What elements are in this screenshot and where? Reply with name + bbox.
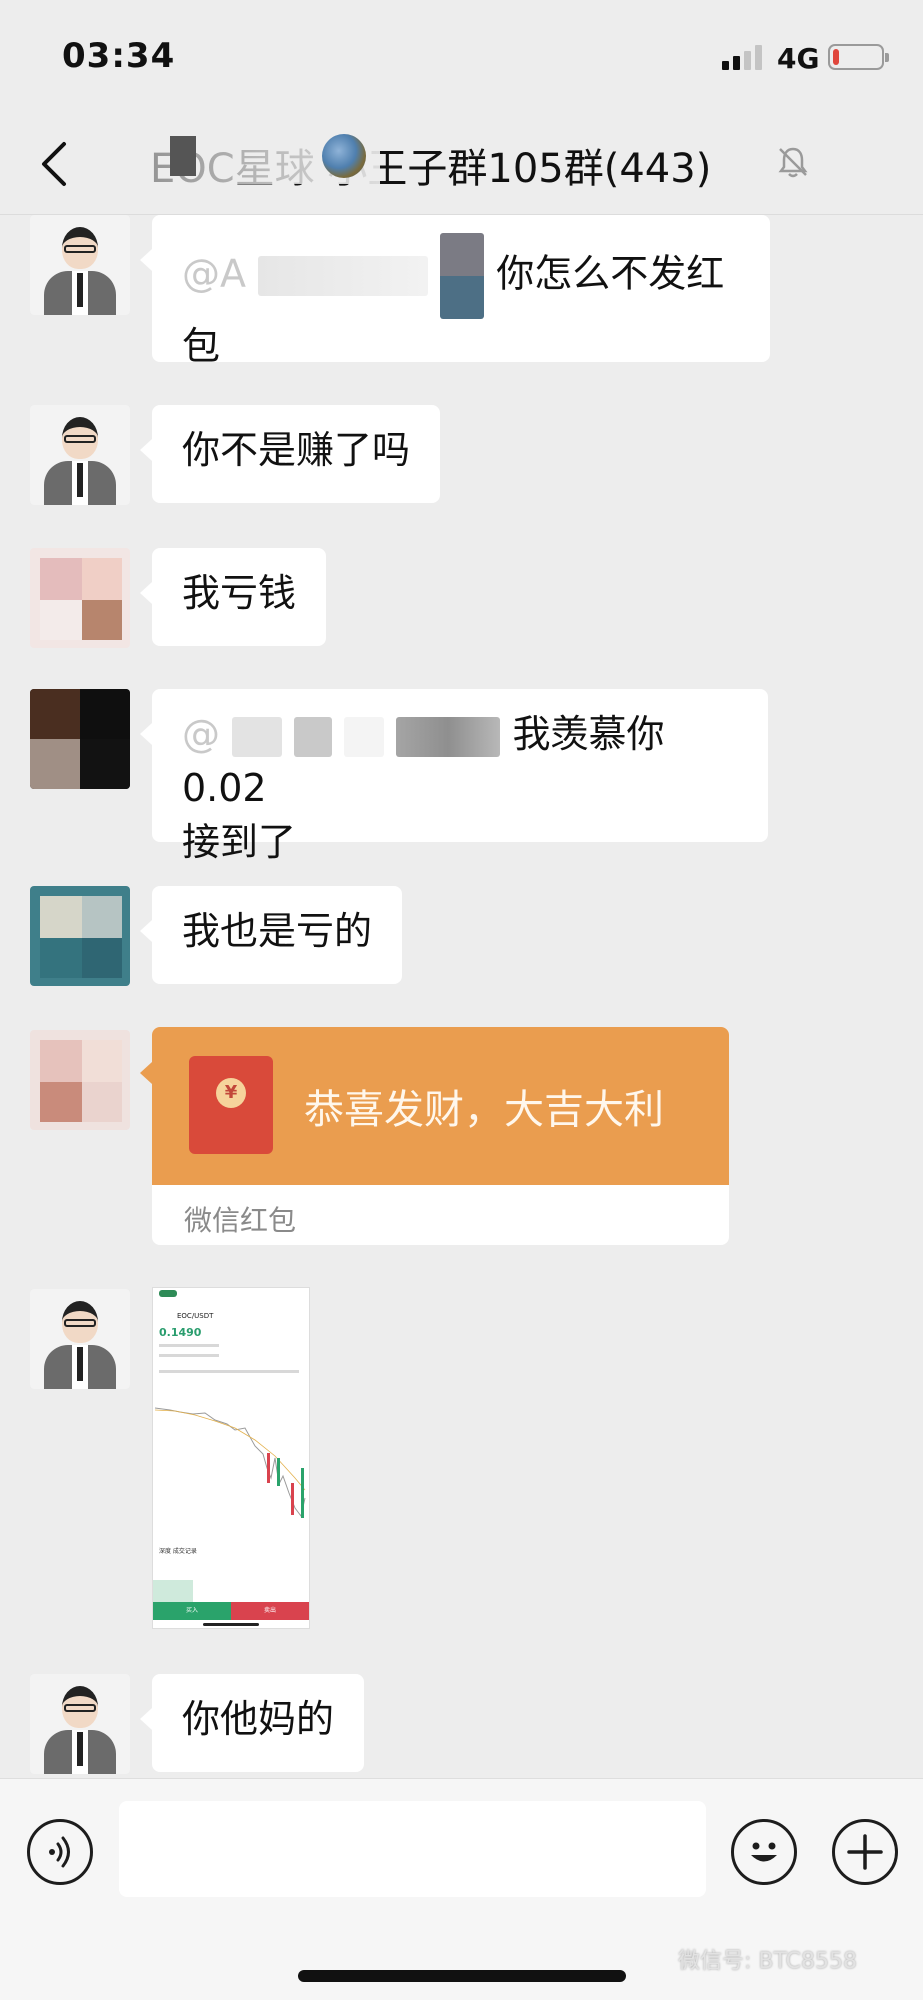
back-icon — [42, 142, 66, 186]
status-time: 03:34 — [62, 36, 176, 76]
avatar[interactable] — [30, 886, 130, 986]
voice-button[interactable] — [27, 1819, 93, 1885]
mention-text: @ — [182, 712, 220, 756]
message-text: 你不是赚了吗 — [182, 428, 411, 472]
mention-redaction-block — [294, 716, 333, 757]
message-text: 我也是亏的 — [182, 909, 373, 953]
avatar[interactable] — [30, 1289, 130, 1389]
yuan-coin-icon: ¥ — [216, 1078, 246, 1108]
avatar[interactable] — [30, 1030, 130, 1130]
red-packet-banner: ¥ 恭喜发财，大吉大利 — [152, 1027, 729, 1185]
mention-redaction — [258, 256, 429, 296]
message-text-continued: 接到了 — [182, 820, 297, 864]
watermark: 微信号: BTC8558 — [678, 1949, 857, 1974]
red-packet-card[interactable]: ¥ 恭喜发财，大吉大利 微信红包 — [152, 1027, 729, 1245]
avatar[interactable] — [30, 405, 130, 505]
avatar[interactable] — [30, 215, 130, 315]
plus-icon — [847, 1834, 883, 1870]
message-bubble[interactable]: 我亏钱 — [139, 548, 327, 646]
message-bubble[interactable]: 你不是赚了吗 — [139, 405, 441, 503]
message-text: 你他妈的 — [182, 1697, 335, 1741]
message-bubble[interactable]: @ 我羡慕你0.02 接到了 — [140, 689, 768, 864]
bubble-tail — [140, 1062, 152, 1084]
signal-icon — [722, 44, 766, 70]
message-bubble[interactable]: 我也是亏的 — [139, 886, 403, 984]
message-bubble[interactable]: 你他妈的 — [139, 1674, 365, 1772]
home-indicator — [298, 1970, 626, 1982]
red-packet-title: 恭喜发财，大吉大利 — [304, 1087, 664, 1133]
avatar[interactable] — [30, 548, 130, 648]
status-bar: 03:34 4G — [0, 0, 923, 110]
chat-header: EOC星球 小王子群105群(443) — [0, 110, 923, 215]
mention-redaction — [232, 716, 283, 757]
emoji-button[interactable] — [731, 1819, 797, 1885]
avatar[interactable] — [30, 1674, 130, 1774]
message-input[interactable] — [119, 1801, 706, 1897]
red-envelope-icon: ¥ — [189, 1056, 273, 1154]
message-bubble[interactable]: @A 你怎么不发红 包 — [140, 215, 770, 368]
red-packet-label: 微信红包 — [184, 1204, 297, 1237]
image-price-label: 0.1490 — [159, 1326, 202, 1339]
more-button[interactable] — [832, 1819, 898, 1885]
battery-icon — [828, 44, 889, 70]
message-text: 你怎么不发红 — [496, 251, 725, 296]
network-label: 4G — [777, 42, 820, 75]
mention-text: @A — [182, 251, 246, 296]
battery-level — [833, 49, 839, 65]
shared-image[interactable]: EOC/USDT 0.1490 深度 成交记录 买入 卖出 — [152, 1287, 310, 1629]
emoji-icon — [751, 1842, 777, 1862]
mention-redaction-block — [396, 716, 501, 757]
message-text-continued: 包 — [182, 324, 221, 368]
voice-icon — [49, 1836, 70, 1868]
avatar[interactable] — [30, 689, 130, 789]
mention-redaction-block — [440, 233, 485, 319]
mute-bell-icon — [778, 147, 808, 178]
globe-emoji-icon — [322, 134, 366, 178]
back-button[interactable] — [28, 132, 88, 192]
image-candlestick-chart — [155, 1407, 306, 1518]
mention-redaction — [344, 716, 385, 757]
title-redaction-block — [170, 136, 196, 176]
image-pair-label: EOC/USDT — [177, 1312, 214, 1320]
message-text: 我亏钱 — [182, 571, 297, 615]
